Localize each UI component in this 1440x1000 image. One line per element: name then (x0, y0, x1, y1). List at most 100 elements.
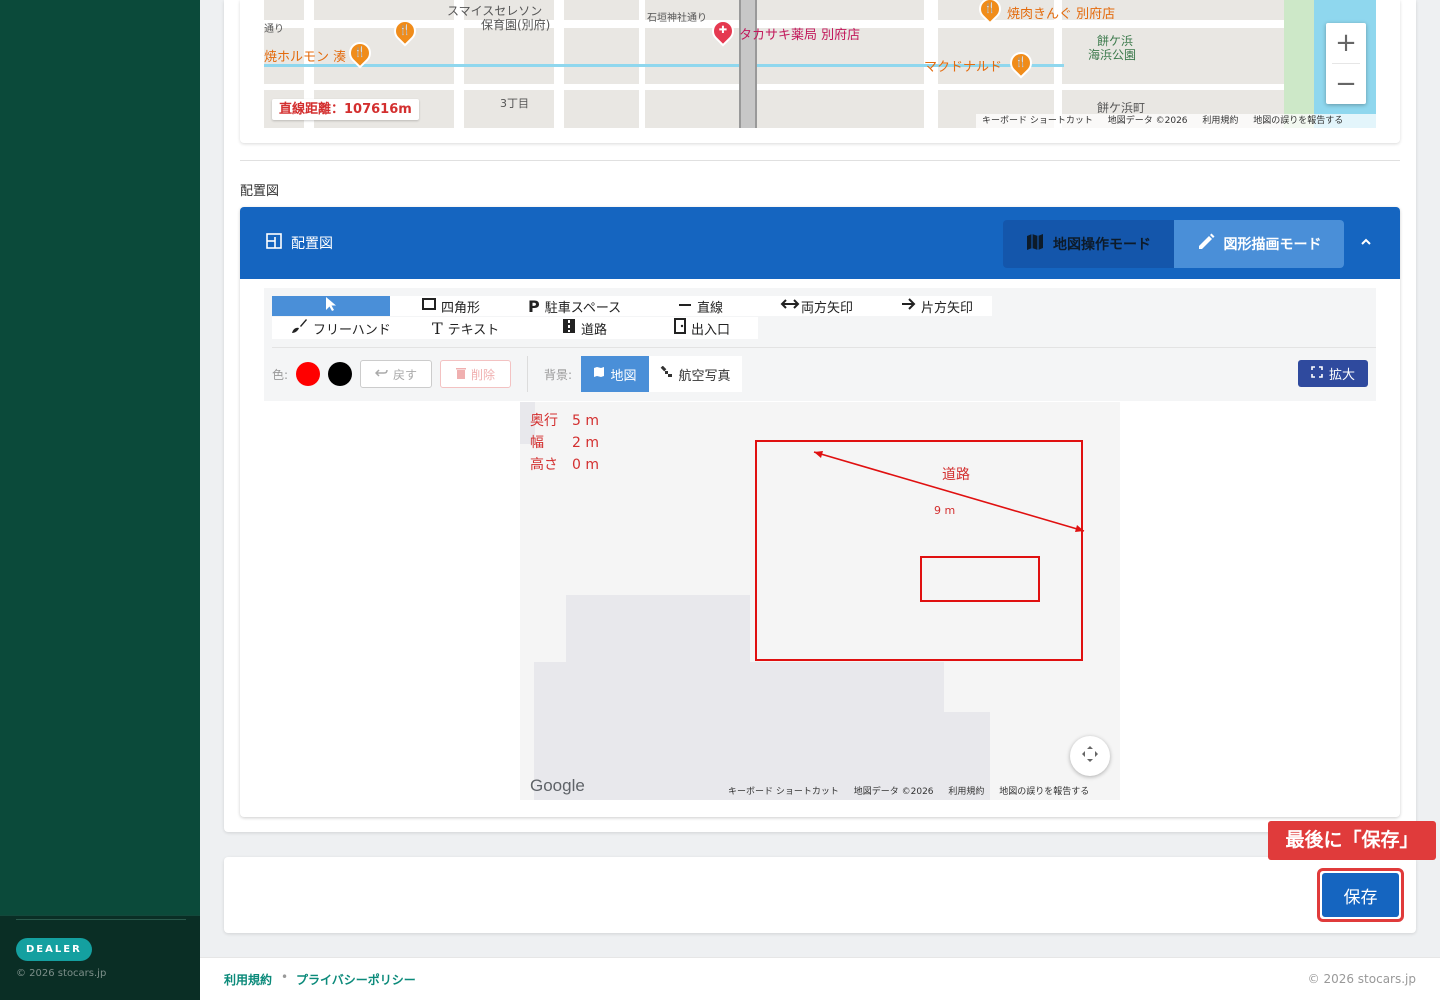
bg-aerial-label: 航空写真 (678, 368, 731, 384)
draw-mode-label: 図形描画モード (1223, 237, 1322, 253)
pencil-icon (1197, 233, 1215, 255)
rect-tool-label: 四角形 (441, 300, 481, 316)
trash-icon (455, 367, 466, 382)
zoom-out-button[interactable]: − (1326, 64, 1366, 104)
dimensions-text: 奥行 5 m 幅 2 m 高さ 0 m (530, 410, 599, 476)
map-park-label: 海浜公園 (1088, 48, 1137, 62)
canvas-terms-link[interactable]: 利用規約 (948, 787, 984, 797)
arrow-right-icon (900, 298, 916, 314)
double-arrow-tool[interactable]: 両方矢印 (780, 296, 853, 316)
rectangle-icon (422, 298, 436, 314)
panel-title-text: 配置図 (291, 236, 333, 252)
depth-label: 奥行 (530, 413, 558, 429)
move-icon (1080, 744, 1100, 768)
map-mcd-label: マクドナルド (924, 60, 1003, 75)
text-tool-label: テキスト (447, 322, 500, 338)
select-tool[interactable] (272, 296, 390, 316)
color-swatch-black[interactable] (328, 362, 352, 386)
panel-title: 配置図 (266, 233, 333, 253)
bg-aerial-button[interactable]: 航空写真 (649, 356, 742, 392)
map-icon (593, 366, 605, 382)
map-shrine-label: 石垣神社通り (647, 13, 707, 24)
double-arrow-icon (780, 298, 800, 314)
expand-button[interactable]: 拡大 (1298, 360, 1368, 387)
restaurant-pin-icon[interactable]: 🍴 (1005, 47, 1037, 79)
brush-icon (290, 318, 308, 338)
text-icon: T (432, 318, 443, 338)
road-tool-label: 道路 (581, 322, 608, 338)
parking-tool[interactable]: P 駐車スペース (528, 296, 621, 316)
color-label: 色: (272, 368, 289, 382)
distance-badge: 直線距離：107616m (272, 99, 419, 120)
map-school-label-2: 保育園(別府) (481, 18, 551, 32)
single-arrow-tool[interactable]: 片方矢印 (900, 296, 973, 316)
delete-button[interactable]: 削除 (440, 360, 511, 388)
map-attribution: キーボード ショートカット 地図データ ©2026 利用規約 地図の誤りを報告す… (976, 114, 1376, 128)
fullscreen-icon (1311, 365, 1323, 382)
map-shortcut-link[interactable]: キーボード ショートカット (982, 116, 1093, 126)
line-tool[interactable]: 直線 (678, 296, 723, 316)
map-mode-label: 地図操作モード (1053, 237, 1151, 253)
single-arrow-tool-label: 片方矢印 (921, 300, 974, 316)
depth-value: 5 m (572, 413, 599, 429)
map-zoom-control: + − (1326, 23, 1366, 104)
line-icon (678, 299, 692, 314)
double-arrow-tool-label: 両方矢印 (801, 300, 854, 316)
entrance-tool[interactable]: 出入口 (674, 318, 730, 338)
text-tool[interactable]: T テキスト (432, 318, 499, 338)
map-pharmacy-label: タカサキ薬局 別府店 (739, 28, 861, 43)
width-value: 2 m (572, 435, 599, 451)
bg-map-label: 地図 (610, 368, 637, 384)
entrance-tool-label: 出入口 (691, 322, 731, 338)
sidebar-copyright: © 2026 stocars.jp (16, 968, 107, 979)
drawing-canvas[interactable]: 道路 9 m (520, 402, 1120, 800)
draw-mode-button[interactable]: 図形描画モード (1174, 220, 1344, 268)
privacy-link[interactable]: プライバシーポリシー (296, 971, 416, 988)
freehand-tool-label: フリーハンド (313, 322, 391, 338)
road-icon (562, 318, 576, 338)
chevron-up-icon[interactable] (1354, 232, 1378, 256)
zoom-in-button[interactable]: + (1326, 23, 1366, 63)
map-chome-label: 3丁目 (500, 97, 529, 110)
lot-rectangle[interactable] (755, 440, 1083, 661)
satellite-icon (660, 365, 673, 383)
road-tool[interactable]: 道路 (562, 318, 607, 338)
color-swatch-red[interactable] (296, 362, 320, 386)
layout-icon (266, 233, 282, 253)
car-rectangle[interactable] (920, 556, 1040, 602)
map-report-link[interactable]: 地図の誤りを報告する (1253, 116, 1343, 126)
footer-copyright: © 2026 stocars.jp (1307, 972, 1416, 986)
canvas-report-link[interactable]: 地図の誤りを報告する (999, 787, 1089, 797)
canvas-map-attribution: キーボード ショートカット 地図データ ©2026 利用規約 地図の誤りを報告す… (722, 785, 1120, 799)
undo-label: 戻す (392, 367, 417, 382)
map-icon (1026, 233, 1044, 255)
road-label: 道路 (942, 467, 970, 483)
bg-map-button[interactable]: 地図 (581, 356, 649, 392)
parking-tool-label: 駐車スペース (544, 300, 622, 316)
terms-link[interactable]: 利用規約 (224, 971, 272, 988)
map-data-label: 地図データ ©2026 (1107, 116, 1188, 126)
canvas-map-data-label: 地図データ ©2026 (853, 787, 934, 797)
undo-icon (374, 367, 388, 381)
undo-button[interactable]: 戻す (360, 360, 432, 388)
rect-tool[interactable]: 四角形 (422, 296, 480, 316)
map-yakiniku-label: 焼肉きんぐ 別府店 (1007, 7, 1116, 22)
canvas-shortcut-link[interactable]: キーボード ショートカット (728, 787, 839, 797)
map-horumon-label: 焼ホルモン 湊 (264, 50, 347, 65)
dealer-badge: DEALER (16, 938, 92, 961)
google-logo: Google (530, 776, 585, 795)
line-tool-label: 直線 (697, 300, 724, 316)
save-button[interactable]: 保存 (1322, 873, 1399, 917)
map-terms-link[interactable]: 利用規約 (1202, 116, 1238, 126)
location-map[interactable]: 通り スマイスセレソン 保育園(別府) 石垣神社通り タカサキ薬局 別府店 焼肉… (264, 0, 1376, 128)
footer-separator: • (281, 970, 289, 984)
width-label: 幅 (530, 435, 544, 451)
expand-label: 拡大 (1328, 368, 1355, 383)
freehand-tool[interactable]: フリーハンド (290, 318, 391, 338)
map-mode-button[interactable]: 地図操作モード (1003, 220, 1174, 268)
mode-toggle: 地図操作モード 図形描画モード (1003, 220, 1344, 268)
parking-icon: P (528, 296, 540, 316)
background-label: 背景: (544, 368, 573, 382)
height-value: 0 m (572, 457, 599, 473)
recenter-button[interactable] (1070, 736, 1110, 776)
